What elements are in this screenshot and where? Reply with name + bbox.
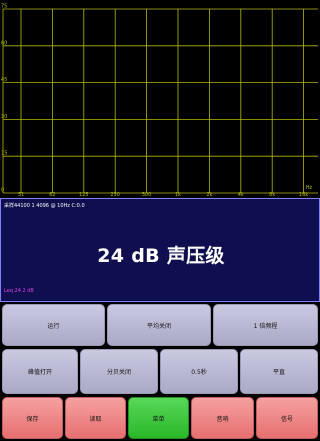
spl-leq-text: Leq 24.2 dB xyxy=(4,288,34,294)
interval-button[interactable]: 0.5秒 xyxy=(160,349,238,394)
save-button[interactable]: 保存 xyxy=(2,397,63,439)
spl-value-readout: 24 dB 声压级 xyxy=(97,245,225,267)
y-tick-label: 45 xyxy=(1,77,7,83)
load-button[interactable]: 读取 xyxy=(65,397,126,439)
chart-vertical-gridlines xyxy=(2,9,305,193)
signal-button[interactable]: 信号 xyxy=(256,397,318,439)
weighting-button[interactable]: 平直 xyxy=(240,349,318,394)
chart-y-tick-labels: 75 60 45 30 15 0 xyxy=(1,4,7,194)
spl-info-text: 采样44100 1 4096 @ 10Hz C:0.0 xyxy=(4,203,85,209)
run-button[interactable]: 运行 xyxy=(2,304,105,346)
y-tick-label: 0 xyxy=(1,188,4,194)
chart-horizontal-gridlines xyxy=(3,8,318,194)
peak-toggle-button[interactable]: 峰值打开 xyxy=(2,349,78,394)
octave-button[interactable]: 1 倍频程 xyxy=(213,304,318,346)
y-tick-label: 30 xyxy=(1,114,7,120)
y-tick-label: 15 xyxy=(1,151,7,157)
y-tick-label: 75 xyxy=(1,4,7,10)
spl-panel: 采样44100 1 4096 @ 10Hz C:0.0 24 dB 声压级 Le… xyxy=(0,198,320,302)
sound-button[interactable]: 音响 xyxy=(191,397,254,439)
y-tick-label: 60 xyxy=(1,40,7,46)
menu-button[interactable]: 菜单 xyxy=(128,397,189,439)
chart-x-unit-label: Hz xyxy=(306,185,313,191)
controls-panel: 运行 平均关闭 1 倍频程 峰值打开 分贝关闭 0.5秒 平直 保存 读取 菜单… xyxy=(0,302,320,441)
db-toggle-button[interactable]: 分贝关闭 xyxy=(80,349,158,394)
average-toggle-button[interactable]: 平均关闭 xyxy=(107,304,211,346)
spectrum-chart: 75604530150 31 62 125 250 500 1k 2k 4k 8k 16k Hz xyxy=(0,0,320,198)
